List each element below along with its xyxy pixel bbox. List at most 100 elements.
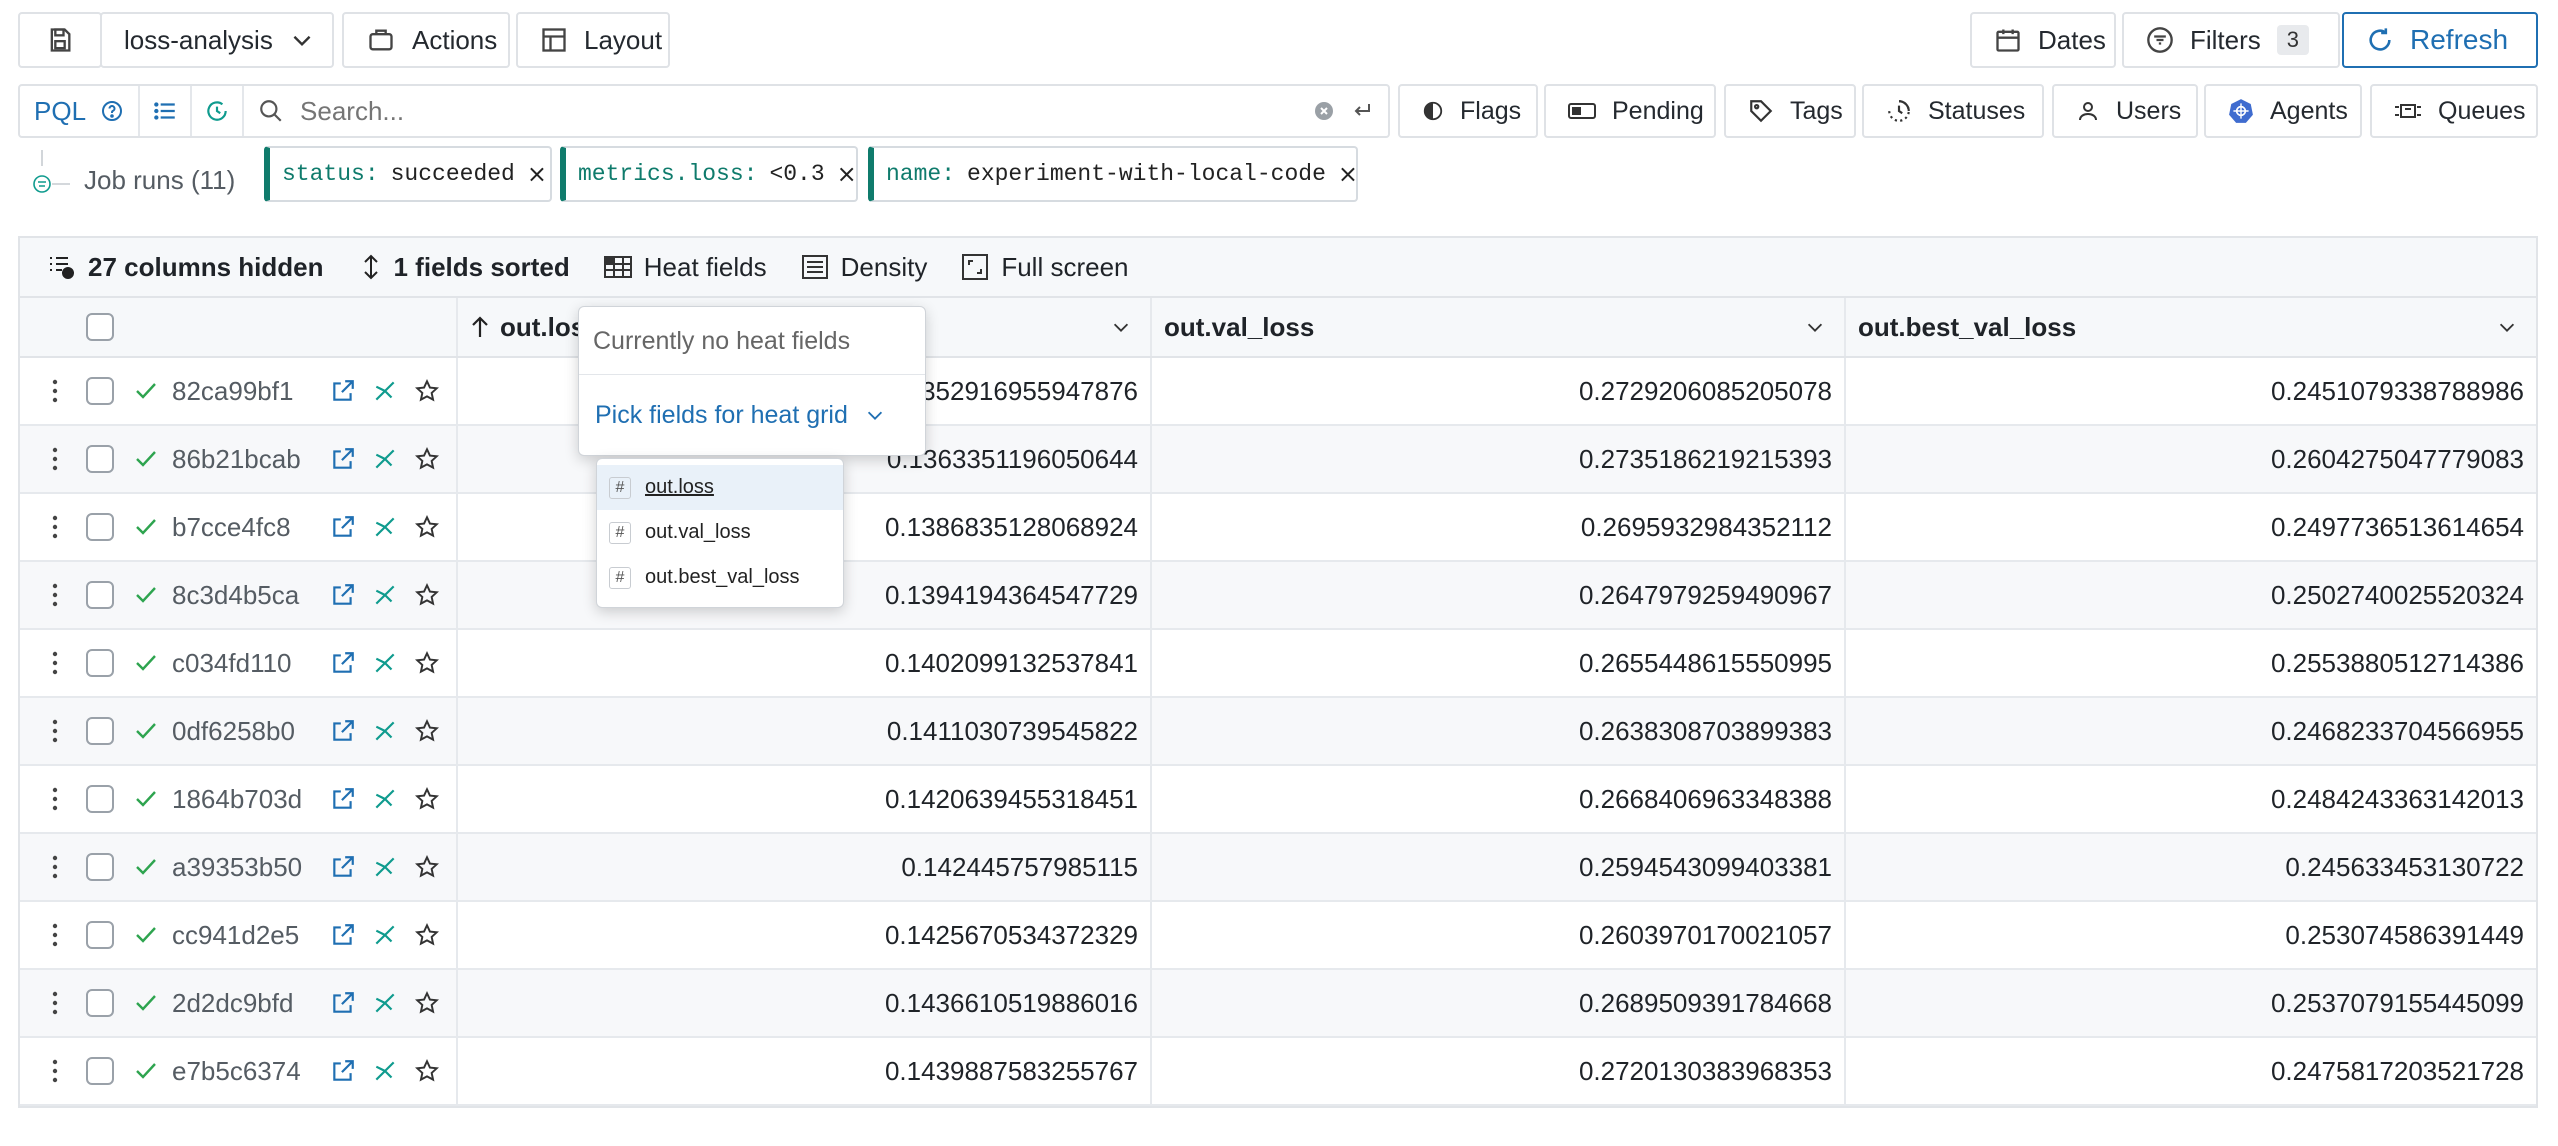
lineage-icon[interactable] bbox=[372, 990, 398, 1016]
clear-icon[interactable] bbox=[1312, 99, 1336, 123]
row-checkbox[interactable] bbox=[86, 853, 114, 881]
filter-chip-name[interactable]: name: experiment-with-local-code × bbox=[868, 146, 1358, 202]
run-id-link[interactable]: 0df6258b0 bbox=[172, 716, 322, 747]
run-id-link[interactable]: c034fd110 bbox=[172, 648, 322, 679]
lineage-icon[interactable] bbox=[372, 446, 398, 472]
drag-handle-icon[interactable] bbox=[50, 718, 60, 744]
run-id-link[interactable]: b7cce4fc8 bbox=[172, 512, 322, 543]
star-icon[interactable] bbox=[414, 990, 440, 1016]
table-row[interactable]: b7cce4fc8 0.1386835128068924 0.26959329843… bbox=[20, 494, 2536, 562]
drag-handle-icon[interactable] bbox=[50, 854, 60, 880]
lineage-icon[interactable] bbox=[372, 786, 398, 812]
table-row[interactable]: 2d2dc9bfd 0.1436610519886016 0.26895093917… bbox=[20, 970, 2536, 1038]
column-header-out-val-loss[interactable]: out.val_loss bbox=[1152, 298, 1846, 356]
list-view-button[interactable] bbox=[140, 86, 193, 136]
full-screen-button[interactable]: Full screen bbox=[961, 252, 1128, 283]
hidden-columns-button[interactable]: 27 columns hidden bbox=[48, 252, 324, 283]
drag-handle-icon[interactable] bbox=[50, 446, 60, 472]
run-id-link[interactable]: cc941d2e5 bbox=[172, 920, 322, 951]
star-icon[interactable] bbox=[414, 650, 440, 676]
lineage-icon[interactable] bbox=[372, 854, 398, 880]
lineage-icon[interactable] bbox=[372, 1058, 398, 1084]
run-id-link[interactable]: a39353b50 bbox=[172, 852, 322, 883]
save-button[interactable] bbox=[18, 12, 102, 68]
external-link-icon[interactable] bbox=[330, 718, 356, 744]
pending-button[interactable]: Pending bbox=[1544, 84, 1716, 138]
drag-handle-icon[interactable] bbox=[50, 1058, 60, 1084]
external-link-icon[interactable] bbox=[330, 514, 356, 540]
drag-handle-icon[interactable] bbox=[50, 786, 60, 812]
queues-button[interactable]: Queues bbox=[2370, 84, 2538, 138]
heat-field-option[interactable]: # out.val_loss bbox=[597, 510, 843, 555]
star-icon[interactable] bbox=[414, 446, 440, 472]
chevron-down-icon[interactable] bbox=[2496, 316, 2518, 338]
external-link-icon[interactable] bbox=[330, 786, 356, 812]
star-icon[interactable] bbox=[414, 378, 440, 404]
filter-chip-metrics-loss[interactable]: metrics.loss: <0.3 × bbox=[560, 146, 858, 202]
external-link-icon[interactable] bbox=[330, 990, 356, 1016]
run-id-link[interactable]: 8c3d4b5ca bbox=[172, 580, 322, 611]
flags-button[interactable]: Flags bbox=[1398, 84, 1538, 138]
run-id-link[interactable]: 1864b703d bbox=[172, 784, 322, 815]
drag-handle-icon[interactable] bbox=[50, 650, 60, 676]
star-icon[interactable] bbox=[414, 786, 440, 812]
table-row[interactable]: 1864b703d 0.1420639455318451 0.26684069633… bbox=[20, 766, 2536, 834]
row-checkbox[interactable] bbox=[86, 717, 114, 745]
drag-handle-icon[interactable] bbox=[50, 514, 60, 540]
lineage-icon[interactable] bbox=[372, 922, 398, 948]
auto-refresh-button[interactable] bbox=[192, 86, 245, 136]
drag-handle-icon[interactable] bbox=[50, 582, 60, 608]
row-checkbox[interactable] bbox=[86, 649, 114, 677]
lineage-icon[interactable] bbox=[372, 378, 398, 404]
star-icon[interactable] bbox=[414, 922, 440, 948]
remove-filter-icon[interactable]: × bbox=[1338, 160, 1358, 188]
actions-button[interactable]: Actions bbox=[342, 12, 510, 68]
run-id-link[interactable]: 86b21bcab bbox=[172, 444, 322, 475]
drag-handle-icon[interactable] bbox=[50, 922, 60, 948]
row-checkbox[interactable] bbox=[86, 513, 114, 541]
star-icon[interactable] bbox=[414, 718, 440, 744]
lineage-icon[interactable] bbox=[372, 582, 398, 608]
external-link-icon[interactable] bbox=[330, 1058, 356, 1084]
external-link-icon[interactable] bbox=[330, 582, 356, 608]
users-button[interactable]: Users bbox=[2052, 84, 2198, 138]
filter-chip-status[interactable]: status: succeeded × bbox=[264, 146, 552, 202]
row-checkbox[interactable] bbox=[86, 989, 114, 1017]
row-checkbox[interactable] bbox=[86, 1057, 114, 1085]
project-select[interactable]: loss-analysis bbox=[100, 12, 334, 68]
heat-fields-button[interactable]: Heat fields bbox=[603, 252, 767, 283]
table-row[interactable]: 0df6258b0 0.1411030739545822 0.26383087038… bbox=[20, 698, 2536, 766]
dates-button[interactable]: Dates bbox=[1970, 12, 2116, 68]
drag-handle-icon[interactable] bbox=[50, 378, 60, 404]
remove-filter-icon[interactable]: × bbox=[527, 160, 547, 188]
heat-field-option[interactable]: # out.loss bbox=[597, 465, 843, 510]
chevron-down-icon[interactable] bbox=[1804, 316, 1826, 338]
star-icon[interactable] bbox=[414, 854, 440, 880]
density-button[interactable]: Density bbox=[801, 252, 927, 283]
pql-toggle[interactable]: PQL bbox=[20, 86, 141, 136]
remove-filter-icon[interactable]: × bbox=[837, 160, 857, 188]
row-checkbox[interactable] bbox=[86, 785, 114, 813]
drag-handle-icon[interactable] bbox=[50, 990, 60, 1016]
external-link-icon[interactable] bbox=[330, 922, 356, 948]
external-link-icon[interactable] bbox=[330, 378, 356, 404]
table-row[interactable]: 8c3d4b5ca 0.1394194364547729 0.26479792594… bbox=[20, 562, 2536, 630]
filters-button[interactable]: Filters 3 bbox=[2122, 12, 2340, 68]
row-checkbox[interactable] bbox=[86, 377, 114, 405]
select-all-checkbox[interactable] bbox=[86, 313, 114, 341]
table-row[interactable]: a39353b50 0.142445757985115 0.259454309940… bbox=[20, 834, 2536, 902]
table-row[interactable]: 82ca99bf1 0.1352916955947876 0.27292060852… bbox=[20, 358, 2536, 426]
star-icon[interactable] bbox=[414, 1058, 440, 1084]
table-row[interactable]: c034fd110 0.1402099132537841 0.26554486155… bbox=[20, 630, 2536, 698]
run-id-link[interactable]: 2d2dc9bfd bbox=[172, 988, 322, 1019]
refresh-button[interactable]: Refresh bbox=[2342, 12, 2538, 68]
layout-button[interactable]: Layout bbox=[516, 12, 670, 68]
tags-button[interactable]: Tags bbox=[1724, 84, 1856, 138]
statuses-button[interactable]: Statuses bbox=[1862, 84, 2044, 138]
heat-field-option[interactable]: # out.best_val_loss bbox=[597, 555, 843, 600]
run-id-link[interactable]: e7b5c6374 bbox=[172, 1056, 322, 1087]
sort-button[interactable]: 1 fields sorted bbox=[360, 252, 570, 283]
row-checkbox[interactable] bbox=[86, 581, 114, 609]
lineage-icon[interactable] bbox=[372, 514, 398, 540]
pick-heat-fields-button[interactable]: Pick fields for heat grid bbox=[579, 375, 925, 455]
